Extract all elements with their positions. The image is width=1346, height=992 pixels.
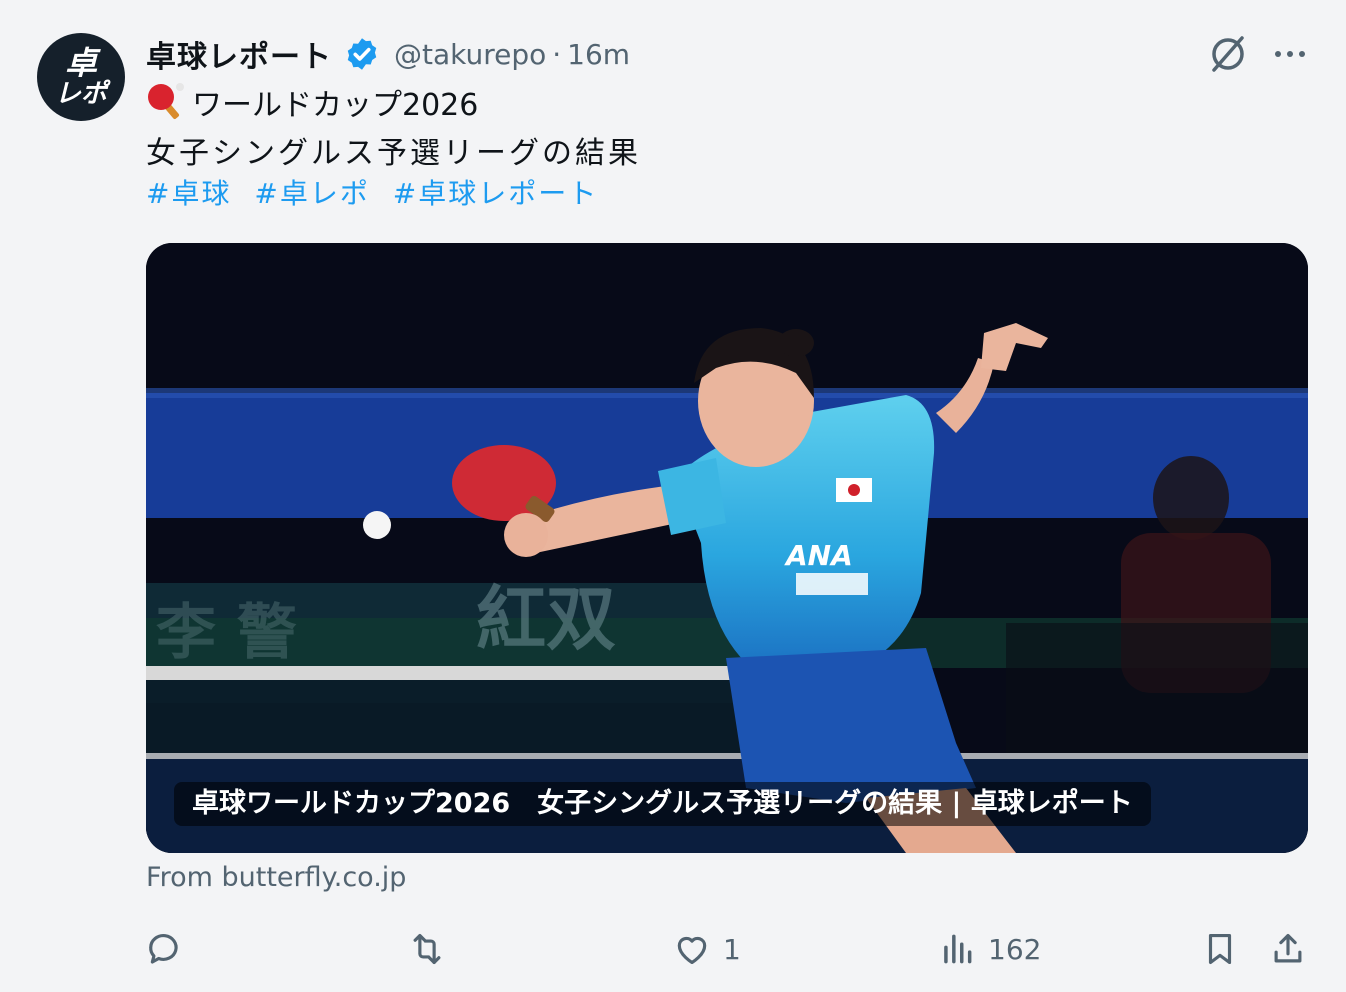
card-source[interactable]: From butterfly.co.jp	[146, 862, 406, 893]
avatar[interactable]: 卓 レポ	[37, 33, 125, 121]
repost-button[interactable]	[408, 922, 458, 976]
svg-text:李 警: 李 警	[156, 598, 297, 668]
post-header: 卓球レポート @takurepo · 16m	[146, 32, 630, 76]
display-name[interactable]: 卓球レポート	[146, 32, 332, 76]
avatar-text-1: 卓	[64, 44, 97, 82]
views-count: 162	[988, 932, 1042, 966]
timestamp[interactable]: 16m	[567, 38, 630, 71]
reply-icon	[149, 934, 178, 964]
hashtag-link[interactable]: #卓レポ	[254, 177, 369, 210]
article-photo: 紅双 李 警 ANA	[146, 243, 1308, 853]
share-button[interactable]	[1269, 922, 1307, 976]
like-icon	[677, 936, 707, 965]
separator-dot: ·	[552, 37, 562, 71]
bookmark-button[interactable]	[1201, 922, 1239, 976]
handle[interactable]: @takurepo	[394, 38, 546, 71]
share-icon	[1274, 933, 1302, 963]
reply-button[interactable]	[146, 922, 196, 976]
hashtag-link[interactable]: #卓球	[146, 177, 231, 210]
post-text-line-1: ワールドカップ2026	[146, 82, 479, 123]
views-icon	[944, 934, 972, 964]
link-card[interactable]: 紅双 李 警 ANA 卓球ワールドカップ2026 女子シングルス予選リーグの結果…	[146, 243, 1308, 853]
verified-badge-icon	[344, 36, 380, 72]
views-button[interactable]: 162	[938, 922, 1041, 976]
post-text-line-2: 女子シングルス予選リーグの結果	[146, 136, 641, 171]
card-caption[interactable]: 卓球ワールドカップ2026 女子シングルス予選リーグの結果 | 卓球レポート	[174, 782, 1151, 826]
grok-icon[interactable]	[1206, 32, 1250, 76]
post-title: ワールドカップ2026	[192, 88, 479, 123]
hashtags: #卓球 #卓レポ #卓球レポート	[146, 172, 610, 212]
ping-pong-paddle-icon	[146, 82, 186, 122]
action-bar: 1 162	[146, 922, 1312, 976]
more-icon[interactable]	[1268, 32, 1312, 76]
svg-text:紅双: 紅双	[476, 578, 616, 660]
bookmark-icon	[1208, 933, 1232, 965]
hashtag-link[interactable]: #卓球レポート	[393, 177, 598, 210]
jersey-logo-text: ANA	[784, 539, 853, 572]
like-count: 1	[723, 932, 741, 966]
avatar-text-2: レポ	[54, 79, 107, 109]
repost-icon	[413, 933, 441, 965]
like-button[interactable]: 1	[673, 922, 741, 976]
